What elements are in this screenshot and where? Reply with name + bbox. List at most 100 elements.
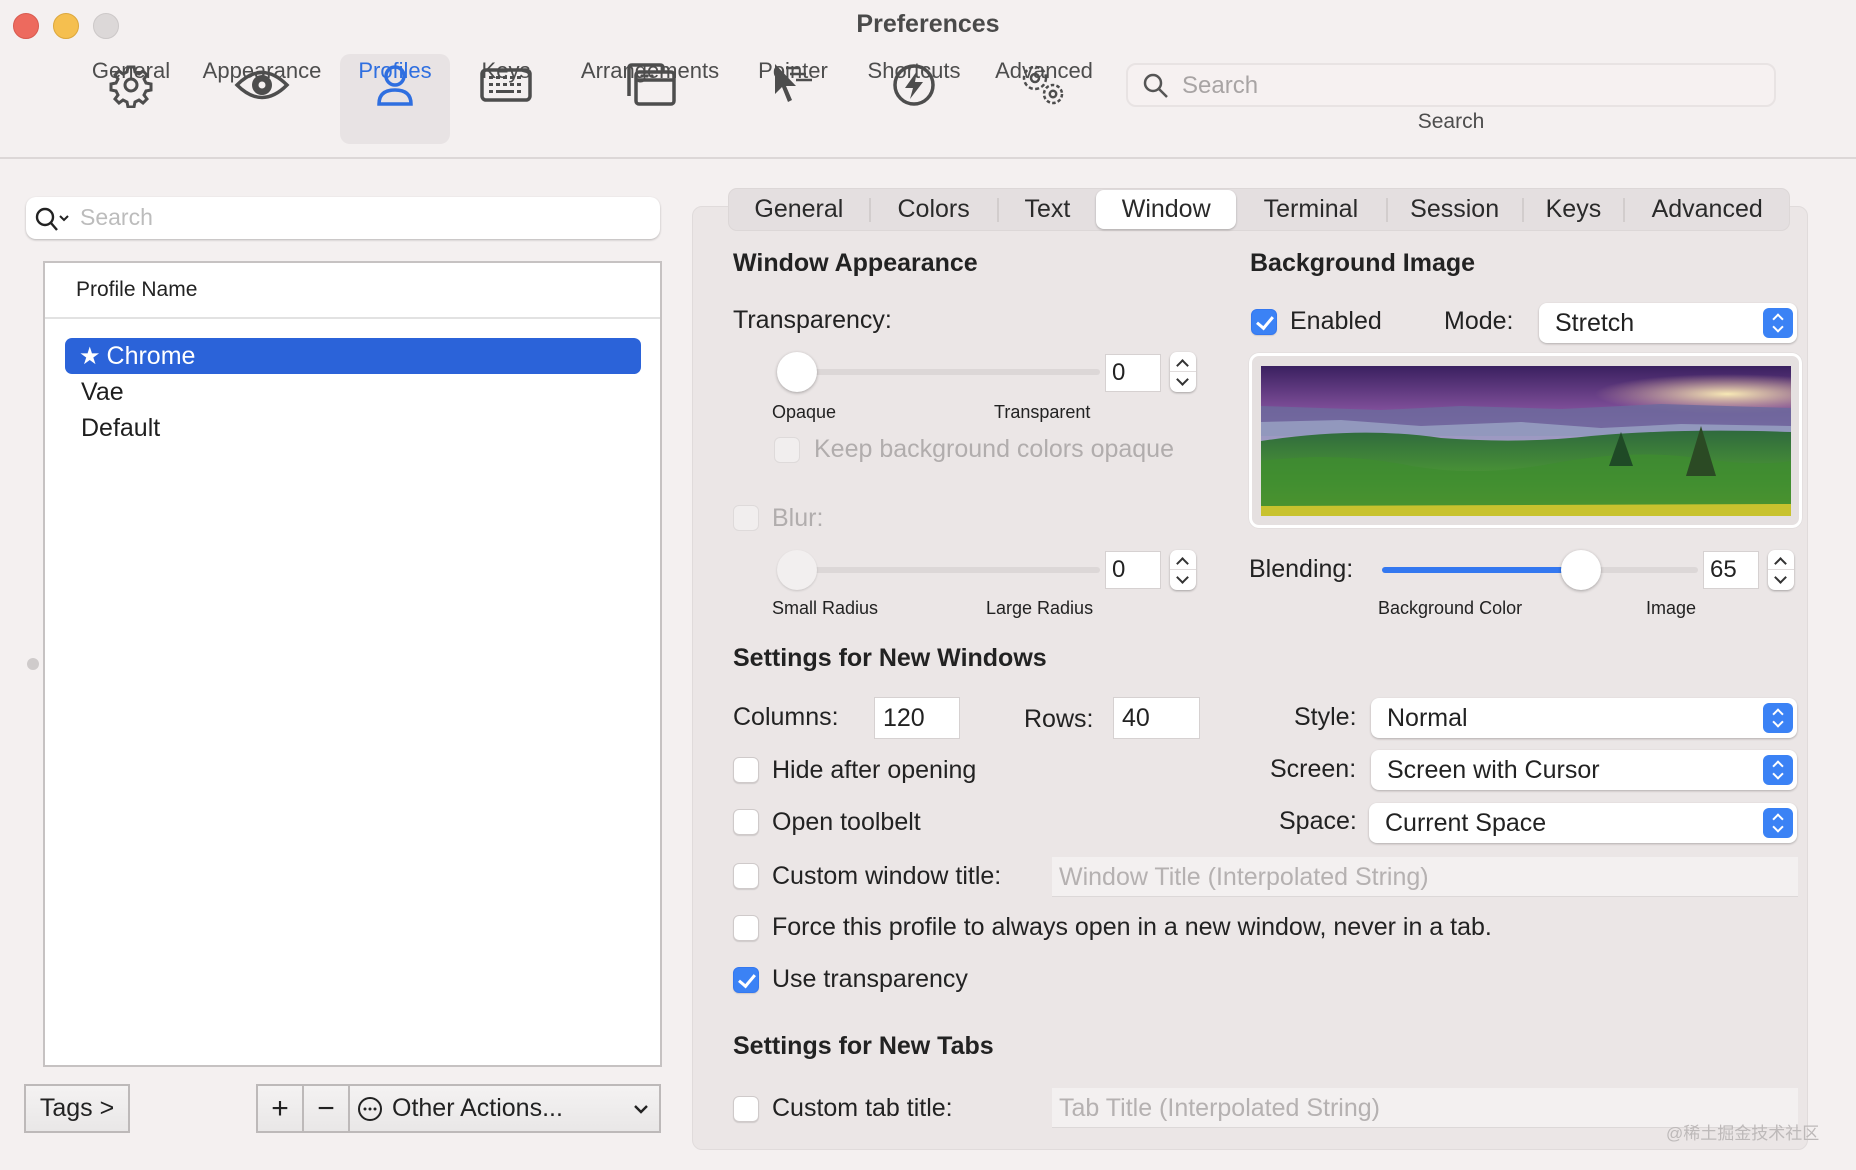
tab-text[interactable]: Text <box>999 190 1097 229</box>
tab-colors[interactable]: Colors <box>871 190 997 229</box>
style-select[interactable]: Normal <box>1371 698 1797 738</box>
minus-icon: − <box>317 1091 335 1125</box>
blending-label: Blending: <box>1249 555 1354 583</box>
profile-row-chrome[interactable]: ★ Chrome <box>65 338 641 374</box>
toolbar-advanced[interactable]: Advanced <box>986 54 1102 144</box>
tab-advanced[interactable]: Advanced <box>1625 190 1789 229</box>
transparency-slider-knob[interactable] <box>777 352 817 392</box>
custom-tab-title-label: Custom tab title: <box>772 1094 953 1122</box>
transparency-stepper[interactable] <box>1170 352 1196 392</box>
small-radius-label: Small Radius <box>772 598 879 618</box>
blur-slider-knob[interactable] <box>777 550 817 590</box>
custom-window-title-checkbox[interactable] <box>733 863 759 889</box>
tab-keys[interactable]: Keys <box>1524 190 1624 229</box>
screen-value: Screen with Cursor <box>1387 756 1600 784</box>
list-header[interactable]: Profile Name <box>45 263 660 319</box>
blur-slider-track[interactable] <box>780 567 1100 573</box>
space-label: Space: <box>1279 807 1357 835</box>
space-select[interactable]: Current Space <box>1369 803 1797 843</box>
profile-row-vae[interactable]: Vae <box>65 374 641 410</box>
tab-general[interactable]: General <box>729 190 869 229</box>
bg-enabled-checkbox[interactable] <box>1251 309 1277 335</box>
mode-select[interactable]: Stretch <box>1539 303 1797 343</box>
custom-tab-title-checkbox[interactable] <box>733 1096 759 1122</box>
background-image-heading: Background Image <box>1250 249 1476 277</box>
style-label: Style: <box>1294 703 1357 731</box>
search-menu-icon <box>35 207 69 231</box>
blur-label: Blur: <box>772 504 824 532</box>
updown-chevron-icon <box>1763 808 1793 838</box>
keep-bg-opaque-checkbox[interactable] <box>774 437 800 463</box>
tab-label: Window <box>1121 195 1211 223</box>
blending-value-field[interactable]: 65 <box>1703 551 1759 589</box>
profile-name: Vae <box>81 378 124 406</box>
tab-label: Terminal <box>1263 195 1359 223</box>
search-label: Search <box>1417 110 1485 133</box>
profile-row-default[interactable]: Default <box>65 410 641 446</box>
screen-select[interactable]: Screen with Cursor <box>1371 750 1797 790</box>
toolbar-shortcuts[interactable]: Shortcuts <box>856 54 972 144</box>
toolbar-label: General <box>91 58 171 83</box>
tab-label: Session <box>1410 195 1500 223</box>
profile-search-input[interactable]: Search <box>26 197 660 239</box>
toolbar-label: Shortcuts <box>867 58 961 83</box>
tags-button[interactable]: Tags > <box>24 1084 130 1133</box>
open-toolbelt-checkbox[interactable] <box>733 809 759 835</box>
open-toolbelt-label: Open toolbelt <box>772 808 921 836</box>
rows-field[interactable]: 40 <box>1113 697 1200 739</box>
toolbar-appearance[interactable]: Appearance <box>196 54 328 144</box>
background-image-preview <box>1261 366 1791 516</box>
tab-window[interactable]: Window <box>1096 190 1237 229</box>
search-placeholder: Search <box>1182 72 1259 99</box>
toolbar-profiles[interactable]: Profiles <box>340 54 450 144</box>
add-profile-button[interactable]: + <box>256 1084 304 1133</box>
profile-name: Chrome <box>106 342 196 370</box>
toolbar-arrangements[interactable]: Arrangements <box>570 54 730 144</box>
tab-terminal[interactable]: Terminal <box>1236 190 1386 229</box>
blending-stepper[interactable] <box>1768 550 1794 590</box>
toolbar-label: Advanced <box>995 58 1093 83</box>
toolbar-general[interactable]: General <box>80 54 182 144</box>
custom-window-title-label: Custom window title: <box>772 862 1002 890</box>
remove-profile-button[interactable]: − <box>302 1084 350 1133</box>
space-value: Current Space <box>1385 809 1547 837</box>
updown-chevron-icon <box>1763 308 1793 338</box>
other-actions-button[interactable]: Other Actions... <box>348 1084 661 1133</box>
search-placeholder: Search <box>80 204 153 230</box>
ellipsis-circle-icon <box>358 1096 382 1121</box>
new-tabs-heading: Settings for New Tabs <box>733 1032 994 1060</box>
chevron-down-icon <box>634 1105 648 1114</box>
transparent-label: Transparent <box>994 402 1091 422</box>
toolbar-label: Appearance <box>202 58 322 83</box>
transparency-slider-track[interactable] <box>780 369 1100 375</box>
keep-bg-opaque-label: Keep background colors opaque <box>814 435 1174 463</box>
columns-field[interactable]: 120 <box>874 697 960 739</box>
window-title-input[interactable]: Window Title (Interpolated String) <box>1052 857 1798 897</box>
blur-value-field[interactable]: 0 <box>1105 551 1161 589</box>
columns-label: Columns: <box>733 703 839 731</box>
use-transparency-label: Use transparency <box>772 965 968 993</box>
other-actions-label: Other Actions... <box>392 1094 563 1122</box>
column-profile-name: Profile Name <box>76 278 198 301</box>
tab-label: Colors <box>897 195 970 223</box>
blur-stepper[interactable] <box>1170 550 1196 590</box>
hide-after-opening-checkbox[interactable] <box>733 757 759 783</box>
plus-icon: + <box>271 1091 289 1125</box>
hide-after-opening-label: Hide after opening <box>772 756 977 784</box>
transparency-value-field[interactable]: 0 <box>1105 354 1161 392</box>
large-radius-label: Large Radius <box>986 598 1094 618</box>
search-icon <box>1143 73 1168 98</box>
blur-checkbox[interactable] <box>733 505 759 531</box>
tab-session[interactable]: Session <box>1388 190 1522 229</box>
split-handle[interactable] <box>27 658 39 670</box>
profile-name: Default <box>81 414 161 442</box>
toolbar-keys[interactable]: Keys <box>466 54 546 144</box>
toolbar-label: Pointer <box>758 58 828 83</box>
toolbar-search-input[interactable]: Search <box>1126 63 1776 107</box>
force-new-window-checkbox[interactable] <box>733 915 759 941</box>
watermark: @稀土掘金技术社区 <box>1666 1124 1820 1143</box>
toolbar-pointer[interactable]: Pointer <box>752 54 834 144</box>
tab-label: Advanced <box>1651 195 1763 223</box>
toolbar-label: Arrangements <box>580 58 720 83</box>
use-transparency-checkbox[interactable] <box>733 967 759 993</box>
